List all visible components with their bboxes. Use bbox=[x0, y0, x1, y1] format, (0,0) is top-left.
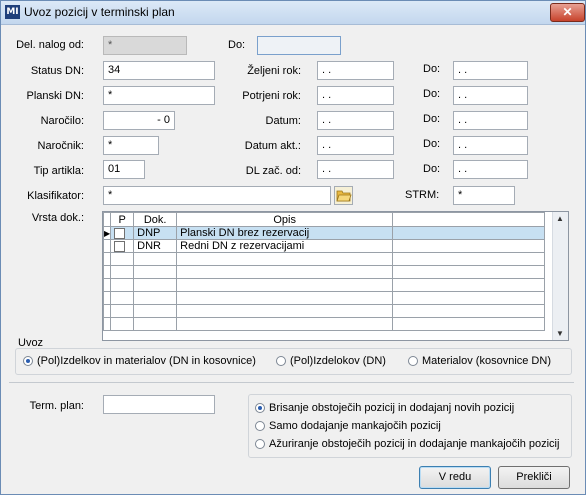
table-row-empty bbox=[103, 278, 546, 292]
datum-input[interactable]: . . bbox=[317, 111, 394, 130]
datum-label: Datum: bbox=[265, 115, 301, 127]
row-dok: DNP bbox=[133, 226, 178, 240]
del-nalog-do-label: Do: bbox=[228, 39, 246, 51]
row-checkbox[interactable] bbox=[110, 239, 135, 253]
window-title: Uvoz pozicij v terminski plan bbox=[24, 5, 175, 19]
planski-label: Planski DN: bbox=[26, 90, 84, 102]
dl-zac-label: DL zač. od: bbox=[245, 165, 301, 177]
term-plan-input[interactable] bbox=[103, 395, 215, 414]
datum-do-input[interactable]: . . bbox=[453, 111, 528, 130]
scroll-up-icon[interactable]: ▲ bbox=[556, 214, 564, 223]
table-row-empty bbox=[103, 291, 546, 305]
radio-icon bbox=[255, 421, 265, 431]
klasifikator-label: Klasifikator: bbox=[27, 190, 84, 202]
app-icon: MI bbox=[5, 5, 20, 19]
table-row-empty bbox=[103, 252, 546, 266]
uvoz-option-label: Materialov (kosovnice DN) bbox=[422, 355, 551, 367]
radio-icon bbox=[408, 356, 418, 366]
vrsta-dok-grid[interactable]: P Dok. Opis ▶ DNP Planski DN brez rezerv… bbox=[102, 211, 569, 341]
scroll-down-icon[interactable]: ▼ bbox=[556, 329, 564, 338]
table-row-empty bbox=[103, 317, 546, 331]
uvoz-option-label: (Pol)Izdelokov (DN) bbox=[290, 355, 386, 367]
table-row[interactable]: ▶ DNP Planski DN brez rezervacij bbox=[103, 226, 546, 240]
planski-input[interactable]: * bbox=[103, 86, 215, 105]
column-header-empty bbox=[392, 212, 546, 227]
row-indicator-header bbox=[103, 212, 112, 227]
cancel-button[interactable]: Prekliči bbox=[498, 466, 570, 489]
table-row-empty bbox=[103, 265, 546, 279]
datum-akt-do-input[interactable]: . . bbox=[453, 136, 528, 155]
uvoz-option-pol-izdelkov-in-materialov[interactable]: (Pol)Izdelkov in materialov (DN in kosov… bbox=[23, 355, 256, 367]
zeljeni-do-label: Do: bbox=[423, 63, 441, 75]
dl-zac-input[interactable]: . . bbox=[317, 160, 394, 179]
term-plan-label: Term. plan: bbox=[29, 400, 84, 412]
zeljeni-rok-input[interactable]: . . bbox=[317, 61, 394, 80]
datum-do-label: Do: bbox=[423, 113, 441, 125]
uvoz-option-materialov[interactable]: Materialov (kosovnice DN) bbox=[408, 355, 551, 367]
narocilo-label: Naročilo: bbox=[40, 115, 84, 127]
row-empty bbox=[392, 239, 546, 253]
status-input[interactable]: 34 bbox=[103, 61, 215, 80]
ok-button[interactable]: V redu bbox=[419, 466, 491, 489]
radio-icon bbox=[276, 356, 286, 366]
row-opis: Planski DN brez rezervacij bbox=[176, 226, 394, 240]
radio-icon bbox=[255, 439, 265, 449]
column-header-dok[interactable]: Dok. bbox=[133, 212, 178, 227]
potrjeni-do-label: Do: bbox=[423, 88, 441, 100]
zeljeni-rok-label: Željeni rok: bbox=[247, 65, 301, 77]
separator bbox=[9, 382, 574, 383]
mode-option-label: Brisanje obstoječih pozicij in dodajanj … bbox=[269, 402, 515, 414]
table-row[interactable]: DNR Redni DN z rezervacijami bbox=[103, 239, 546, 253]
datum-akt-input[interactable]: . . bbox=[317, 136, 394, 155]
mode-option-label: Ažuriranje obstoječih pozicij in dodajan… bbox=[269, 438, 560, 450]
potrjeni-do-input[interactable]: . . bbox=[453, 86, 528, 105]
dl-do-input[interactable]: . . bbox=[453, 160, 528, 179]
current-row-marker-icon: ▶ bbox=[103, 226, 112, 240]
radio-selected-icon bbox=[23, 356, 33, 366]
datum-akt-do-label: Do: bbox=[423, 138, 441, 150]
row-empty bbox=[392, 226, 546, 240]
zeljeni-do-input[interactable]: . . bbox=[453, 61, 528, 80]
row-marker bbox=[103, 239, 112, 253]
column-header-p[interactable]: P bbox=[110, 212, 135, 227]
narocnik-label: Naročnik: bbox=[37, 140, 84, 152]
folder-open-icon[interactable] bbox=[334, 186, 353, 205]
del-nalog-label: Del. nalog od: bbox=[16, 39, 84, 51]
status-label: Status DN: bbox=[30, 65, 84, 77]
datum-akt-label: Datum akt.: bbox=[244, 140, 301, 152]
mode-option-azuriranje[interactable]: Ažuriranje obstoječih pozicij in dodajan… bbox=[255, 438, 559, 450]
del-nalog-input[interactable]: * bbox=[103, 36, 187, 55]
del-nalog-do-input[interactable] bbox=[257, 36, 341, 55]
strm-input[interactable]: * bbox=[453, 186, 515, 205]
uvoz-option-pol-izdelokov[interactable]: (Pol)Izdelokov (DN) bbox=[276, 355, 386, 367]
narocilo-input[interactable]: - 0 bbox=[103, 111, 175, 130]
dialog-window: MI Uvoz pozicij v terminski plan ✕ Del. … bbox=[0, 0, 586, 495]
mode-option-brisanje[interactable]: Brisanje obstoječih pozicij in dodajanj … bbox=[255, 402, 514, 414]
mode-option-label: Samo dodajanje mankajočih pozicij bbox=[269, 420, 441, 432]
uvoz-option-label: (Pol)Izdelkov in materialov (DN in kosov… bbox=[37, 355, 256, 367]
dl-do-label: Do: bbox=[423, 163, 441, 175]
row-opis: Redni DN z rezervacijami bbox=[176, 239, 394, 253]
klasifikator-input[interactable]: * bbox=[103, 186, 331, 205]
vrsta-dok-label: Vrsta dok.: bbox=[31, 212, 84, 224]
narocnik-input[interactable]: * bbox=[103, 136, 159, 155]
title-bar: MI Uvoz pozicij v terminski plan ✕ bbox=[1, 1, 585, 25]
table-row-empty bbox=[103, 304, 546, 318]
strm-label: STRM: bbox=[405, 189, 440, 201]
grid-scrollbar[interactable]: ▲ ▼ bbox=[552, 212, 568, 340]
tip-artikla-label: Tip artikla: bbox=[33, 165, 84, 177]
mode-option-samo-dodajanje[interactable]: Samo dodajanje mankajočih pozicij bbox=[255, 420, 441, 432]
row-checkbox[interactable] bbox=[110, 226, 135, 240]
potrjeni-rok-input[interactable]: . . bbox=[317, 86, 394, 105]
column-header-opis[interactable]: Opis bbox=[176, 212, 394, 227]
close-button[interactable]: ✕ bbox=[550, 3, 585, 22]
potrjeni-rok-label: Potrjeni rok: bbox=[242, 90, 301, 102]
radio-selected-icon bbox=[255, 403, 265, 413]
row-dok: DNR bbox=[133, 239, 178, 253]
tip-artikla-input[interactable]: 01 bbox=[103, 160, 145, 179]
